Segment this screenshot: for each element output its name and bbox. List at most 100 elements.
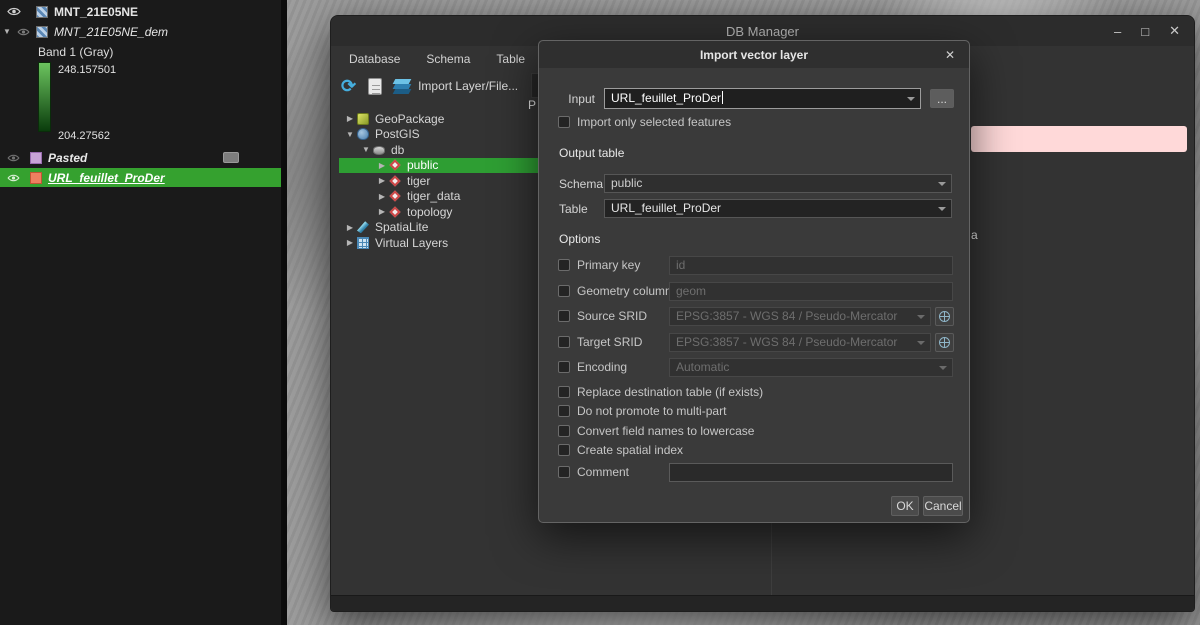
no-multipart-label: Do not promote to multi-part [577,404,726,418]
dropdown-icon [917,341,925,345]
layer-label: MNT_21E05NE [54,5,138,19]
geometry-column-label: Geometry column [577,284,672,298]
encoding-label: Encoding [577,360,627,374]
menu-table[interactable]: Table [496,52,525,66]
virtual-layers-icon [357,237,369,249]
close-button[interactable]: ✕ [1169,23,1180,39]
band-legend-label: Band 1 (Gray) [0,42,281,61]
tree-item-label: tiger [407,174,430,188]
expand-icon[interactable]: ▶ [375,207,389,216]
ok-button[interactable]: OK [891,496,919,516]
dropdown-icon[interactable] [938,182,946,186]
target-srid-picker-button[interactable] [935,333,954,352]
eye-icon-dim[interactable] [14,25,32,39]
dropdown-icon[interactable] [907,97,915,101]
lowercase-fields-checkbox[interactable] [558,425,570,437]
layers-panel-edge [281,0,287,625]
message-bar [971,126,1187,152]
table-combobox[interactable]: URL_feuillet_ProDer [604,199,952,218]
replace-table-checkbox[interactable] [558,386,570,398]
cancel-button[interactable]: Cancel [923,496,963,516]
expand-icon[interactable]: ▶ [343,114,357,123]
tree-item-label: topology [407,205,452,219]
source-srid-value: EPSG:3857 - WGS 84 / Pseudo-Mercator [676,309,897,323]
tree-item-label: GeoPackage [375,112,444,126]
expand-icon[interactable]: ▶ [343,223,357,232]
postgis-icon [357,128,369,140]
spatial-index-label: Create spatial index [577,443,683,457]
input-combobox[interactable]: URL_feuillet_ProDer [604,88,921,109]
schema-combobox[interactable]: public [604,174,952,193]
expand-icon[interactable]: ▶ [375,192,389,201]
expand-icon[interactable]: ▶ [343,238,357,247]
source-srid-checkbox[interactable] [558,310,570,322]
menu-schema[interactable]: Schema [426,52,470,66]
schema-value: public [611,176,642,190]
table-value: URL_feuillet_ProDer [611,201,721,215]
layer-item-mnt-dem[interactable]: ▼ MNT_21E05NE_dem [0,22,281,41]
refresh-icon[interactable]: ⟳ [341,76,356,96]
layer-item-pasted[interactable]: Pasted [0,148,281,167]
dialog-close-icon[interactable]: ✕ [941,46,959,64]
browse-button[interactable]: ... [930,89,954,108]
ramp-max-value: 248.157501 [58,64,116,76]
dropdown-icon[interactable] [938,207,946,211]
import-selected-checkbox[interactable] [558,116,570,128]
dropdown-icon [939,366,947,370]
dialog-titlebar[interactable]: Import vector layer [539,41,969,68]
maximize-button[interactable]: □ [1141,24,1149,39]
menu-database[interactable]: Database [349,52,400,66]
source-srid-picker-button[interactable] [935,307,954,326]
edit-indicator-icon [223,152,239,163]
import-layer-label: Import Layer/File... [418,79,518,93]
layer-item-url-feuillet[interactable]: URL_feuillet_ProDer [0,168,281,187]
window-title: DB Manager [726,24,799,39]
geometry-column-checkbox[interactable] [558,285,570,297]
eye-icon[interactable] [0,5,28,19]
tree-item-label: SpatiaLite [375,220,428,234]
tree-item-label: Virtual Layers [375,236,448,250]
table-label: Table [559,202,588,216]
text-caret [722,91,723,104]
import-vector-layer-dialog: Import vector layer ✕ Input URL_feuillet… [538,40,970,523]
eye-icon-dim[interactable] [0,171,26,185]
geometry-column-value: geom [676,284,706,298]
minimize-button[interactable]: – [1114,24,1121,39]
collapse-icon[interactable]: ▼ [343,130,357,139]
text-fragment-p: P [528,98,536,112]
target-srid-checkbox[interactable] [558,336,570,348]
qgis-screen: MNT_21E05NE ▼ MNT_21E05NE_dem Band 1 (Gr… [0,0,1200,625]
primary-key-label: Primary key [577,258,640,272]
tree-item-label: PostGIS [375,127,420,141]
layer-item-mnt[interactable]: MNT_21E05NE [0,2,281,21]
geopackage-icon [357,113,369,125]
no-multipart-checkbox[interactable] [558,405,570,417]
source-srid-label: Source SRID [577,309,647,323]
expand-icon[interactable]: ▶ [375,161,389,170]
encoding-checkbox[interactable] [558,361,570,373]
import-selected-label: Import only selected features [577,115,731,129]
primary-key-checkbox[interactable] [558,259,570,271]
spatialite-icon [357,221,369,233]
comment-label: Comment [577,465,629,479]
options-heading: Options [559,232,600,246]
expand-icon[interactable]: ▶ [375,176,389,185]
database-icon [373,146,385,155]
comment-checkbox[interactable] [558,466,570,478]
encoding-combobox: Automatic [669,358,953,377]
output-table-heading: Output table [559,146,624,160]
tree-item-label: db [391,143,404,157]
target-srid-label: Target SRID [577,335,642,349]
spatial-index-checkbox[interactable] [558,444,570,456]
lowercase-fields-label: Convert field names to lowercase [577,424,754,438]
comment-field[interactable] [669,463,953,482]
layer-label: Pasted [48,151,87,165]
sql-window-icon[interactable] [368,78,382,95]
eye-icon-dim[interactable] [0,151,26,165]
text-fragment-a: a [971,228,978,242]
collapse-icon[interactable]: ▼ [359,145,373,154]
collapse-icon[interactable]: ▼ [0,27,14,36]
schema-label: Schema [559,177,603,191]
tree-item-label: public [407,158,438,172]
import-layer-button[interactable]: Import Layer/File... [394,79,518,93]
